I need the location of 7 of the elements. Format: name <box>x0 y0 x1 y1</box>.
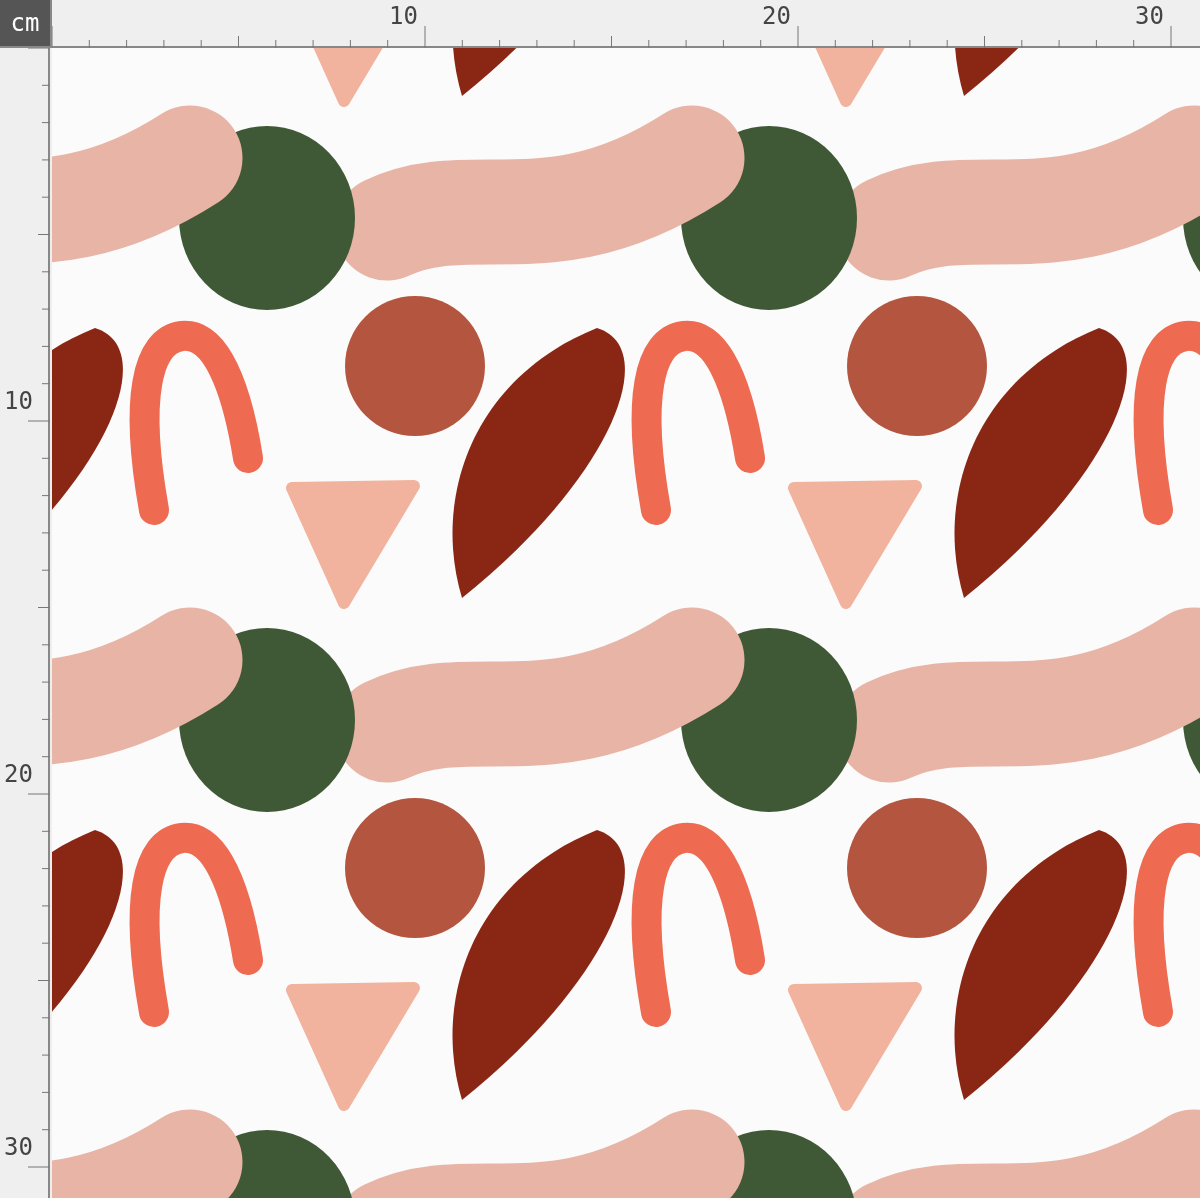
ruler-label: 10 <box>389 4 418 28</box>
ruler-label: 30 <box>1135 4 1164 28</box>
unit-label: cm <box>0 0 52 48</box>
ruler-label: 20 <box>4 762 33 786</box>
ruler-label: 30 <box>4 1135 33 1159</box>
ruler-label: 10 <box>4 389 33 413</box>
ruler-label: 20 <box>762 4 791 28</box>
